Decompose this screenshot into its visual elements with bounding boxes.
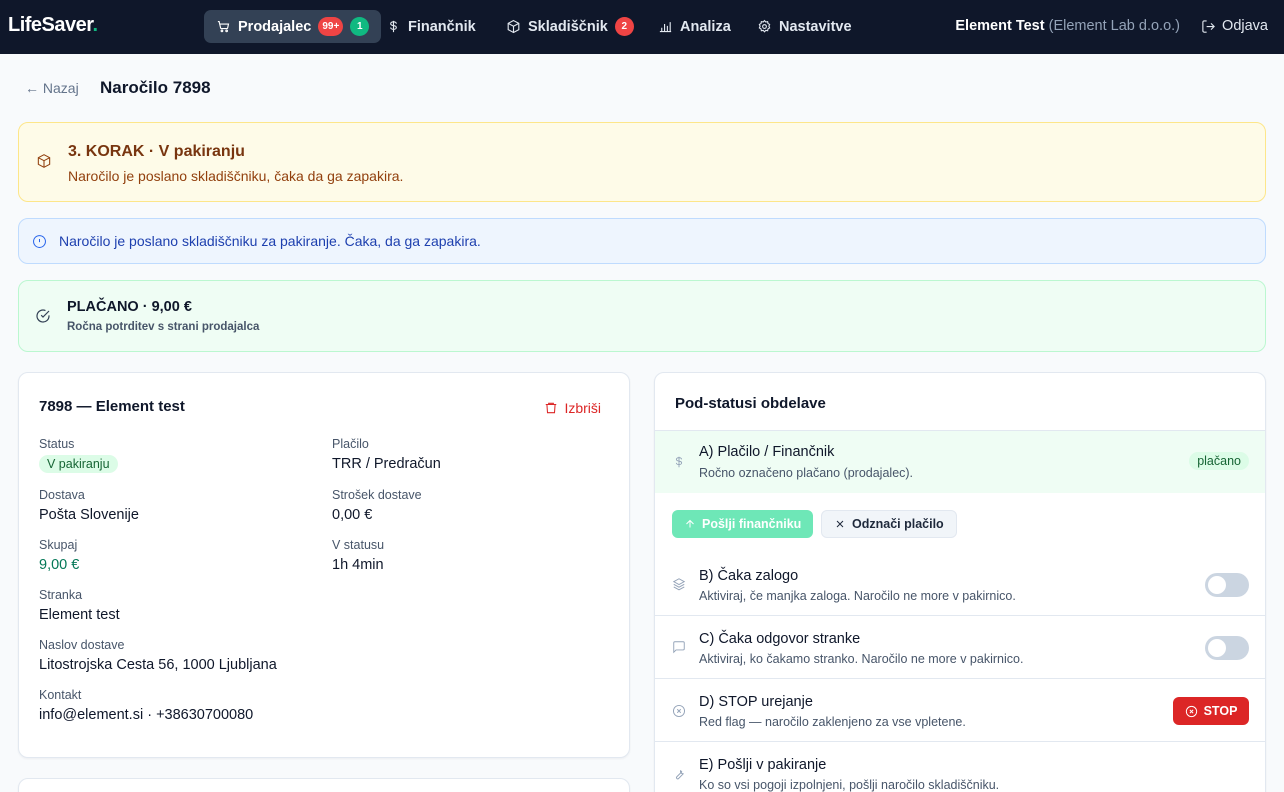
- info-banner: Naročilo je poslano skladiščniku za paki…: [18, 218, 1266, 264]
- row-title: D) STOP urejanje: [699, 694, 813, 710]
- row-title: B) Čaka zalogo: [699, 568, 799, 584]
- row-subtitle: Aktiviraj, če manjka zaloga. Naročilo ne…: [699, 589, 1016, 603]
- divider: [655, 741, 1265, 742]
- substatus-heading: Pod-statusi obdelave: [675, 395, 826, 412]
- substatus-row-packing: E) Pošlji v pakiranje Ko so vsi pogoji i…: [655, 743, 1265, 792]
- dollar-icon: [675, 456, 683, 468]
- field-delivery: Dostava Pošta Slovenije: [39, 488, 139, 523]
- nav-nastavitve[interactable]: Nastavitve: [745, 10, 864, 43]
- substatus-row-stop: D) STOP urejanje Red flag — naročilo zak…: [655, 680, 1265, 742]
- arrow-up-icon: [686, 519, 694, 528]
- message-icon: [673, 641, 685, 654]
- substatus-row-stock: B) Čaka zalogo Aktiviraj, če manjka zalo…: [655, 554, 1265, 616]
- x-circle-icon: [672, 704, 686, 718]
- delete-button[interactable]: Izbriši: [544, 400, 601, 416]
- info-icon: [33, 235, 46, 248]
- unmark-payment-button[interactable]: Odznači plačilo: [821, 510, 957, 538]
- send-to-financnik-button[interactable]: Pošlji finančniku: [672, 510, 814, 538]
- field-status: Status V pakiranju: [39, 437, 118, 473]
- notification-badge: 99+: [318, 17, 344, 36]
- logout-button[interactable]: Odjava: [1201, 18, 1268, 34]
- field-in-status: V statusu 1h 4min: [332, 538, 385, 573]
- logout-icon: [1202, 19, 1215, 33]
- paid-title: PLAČANO · 9,00 €: [67, 299, 192, 315]
- box-icon: [507, 19, 520, 34]
- substatus-row-payment: A) Plačilo / Finančnik Ročno označeno pl…: [655, 431, 1265, 493]
- order-details-card: 7898 — Element test Izbriši Status V pak…: [18, 372, 630, 758]
- gear-icon: [758, 19, 771, 33]
- field-total: Skupaj 9,00 €: [39, 538, 80, 573]
- nav-label: Finančnik: [408, 18, 476, 35]
- notification-badge: 1: [350, 17, 370, 36]
- nav-label: Nastavitve: [779, 18, 852, 35]
- nav-prodajalec[interactable]: Prodajalec 99+ 1: [204, 10, 382, 43]
- user-info: Element Test (Element Lab d.o.o.): [955, 18, 1180, 34]
- nav-label: Skladiščnik: [528, 18, 608, 35]
- row-subtitle: Red flag — naročilo zaklenjeno za vse vp…: [699, 715, 966, 729]
- paid-badge: plačano: [1189, 452, 1249, 470]
- field-customer: Stranka Element test: [39, 588, 120, 623]
- back-link[interactable]: ← Nazaj: [25, 80, 79, 96]
- row-subtitle: Ročno označeno plačano (prodajalec).: [699, 466, 914, 480]
- nav-label: Analiza: [680, 18, 731, 35]
- divider: [655, 615, 1265, 616]
- status-badge: V pakiranju: [39, 455, 118, 473]
- chart-icon: [659, 22, 672, 33]
- row-subtitle: Aktiviraj, ko čakamo stranko. Naročilo n…: [699, 652, 1024, 666]
- top-nav: LifeSaver. Prodajalec 99+ 1 Finančnik Sk…: [0, 0, 1284, 54]
- app-logo[interactable]: LifeSaver.: [8, 14, 98, 37]
- next-card: [18, 778, 630, 792]
- field-payment: Plačilo TRR / Predračun: [332, 437, 441, 472]
- row-subtitle: Ko so vsi pogoji izpolnjeni, pošlji naro…: [699, 778, 1000, 792]
- step-title: 3. KORAK · V pakiranju: [68, 143, 245, 160]
- field-contact: Kontakt info@element.si · +38630700080: [39, 688, 254, 723]
- row-title: A) Plačilo / Finančnik: [699, 444, 835, 460]
- substatus-row-customer: C) Čaka odgovor stranke Aktiviraj, ko ča…: [655, 617, 1265, 679]
- nav-skladiscnik[interactable]: Skladiščnik 2: [494, 10, 646, 43]
- row-title: E) Pošlji v pakiranje: [699, 757, 827, 773]
- wrench-icon: [676, 770, 684, 780]
- substatus-card: Pod-statusi obdelave A) Plačilo / Finanč…: [654, 372, 1266, 792]
- stop-button[interactable]: STOP: [1173, 697, 1249, 725]
- step-banner: 3. KORAK · V pakiranju Naročilo je posla…: [18, 122, 1266, 202]
- customer-toggle[interactable]: [1205, 636, 1249, 660]
- box-icon: [37, 154, 51, 168]
- x-circle-icon: [1185, 705, 1197, 717]
- field-address: Naslov dostave Litostrojska Cesta 56, 10…: [39, 638, 277, 673]
- step-subtitle: Naročilo je poslano skladiščniku, čaka d…: [68, 168, 404, 184]
- dollar-icon: [390, 20, 397, 33]
- layers-icon: [672, 578, 686, 591]
- info-text: Naročilo je poslano skladiščniku za paki…: [59, 233, 481, 249]
- cart-icon: [217, 20, 230, 33]
- divider: [655, 678, 1265, 679]
- row-title: C) Čaka odgovor stranke: [699, 631, 861, 647]
- x-icon: [836, 520, 844, 528]
- check-circle-icon: [36, 309, 50, 323]
- paid-subtitle: Ročna potrditev s strani prodajalca: [67, 321, 260, 333]
- page-title: Naročilo 7898: [100, 78, 211, 97]
- trash-icon: [546, 402, 557, 414]
- stock-toggle[interactable]: [1205, 573, 1249, 597]
- order-heading: 7898 — Element test: [39, 398, 185, 415]
- nav-financnik[interactable]: Finančnik: [374, 10, 488, 43]
- nav-analiza[interactable]: Analiza: [646, 10, 743, 43]
- notification-badge: 2: [614, 17, 634, 36]
- nav-label: Prodajalec: [238, 18, 312, 35]
- paid-banner: PLAČANO · 9,00 € Ročna potrditev s stran…: [18, 280, 1266, 352]
- field-delivery-cost: Strošek dostave 0,00 €: [332, 488, 422, 523]
